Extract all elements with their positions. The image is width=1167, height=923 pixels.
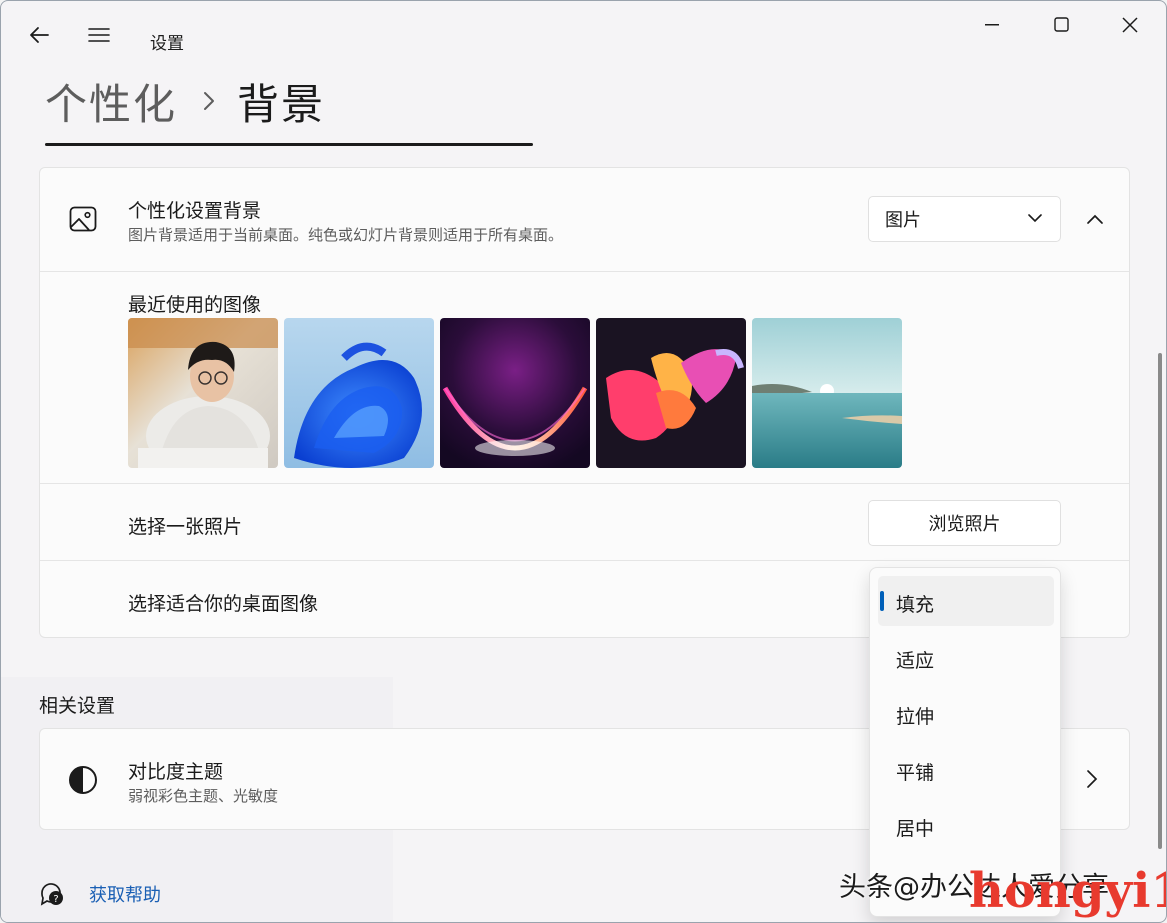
recent-image-abstract-ribbons[interactable]	[596, 318, 746, 468]
background-type-select[interactable]: 图片	[868, 196, 1061, 242]
back-button[interactable]	[19, 15, 59, 55]
background-description: 图片背景适用于当前桌面。纯色或幻灯片背景则适用于所有桌面。	[128, 226, 564, 244]
fit-option-fit[interactable]: 适应	[878, 632, 1054, 682]
chevron-right-icon	[1087, 770, 1098, 788]
fit-label: 选择适合你的桌面图像	[128, 593, 319, 615]
maximize-icon	[1054, 17, 1069, 32]
recent-images-list	[128, 318, 908, 468]
help-chat-icon: ?	[40, 883, 63, 906]
recent-image-blue-bloom[interactable]	[284, 318, 434, 468]
back-arrow-icon	[30, 27, 49, 43]
selection-indicator	[880, 591, 884, 611]
contrast-icon	[69, 766, 97, 794]
breadcrumb: 个性化 背景	[45, 73, 325, 129]
browse-photos-button[interactable]: 浏览照片	[868, 500, 1061, 546]
fit-option-stretch[interactable]: 拉伸	[878, 688, 1054, 738]
recent-image-lake[interactable]	[752, 318, 902, 468]
close-button[interactable]	[1107, 7, 1153, 43]
recent-image-purple-glow[interactable]	[440, 318, 590, 468]
get-help-link[interactable]: ? 获取帮助	[39, 881, 161, 907]
fit-option-label: 拉伸	[896, 706, 935, 728]
recent-image-portrait[interactable]	[128, 318, 278, 468]
recent-images-section: 最近使用的图像	[40, 272, 1129, 484]
fit-option-label: 平铺	[896, 762, 935, 784]
settings-window: 设置 个性化 背景 个性化设置背景 图片背景适用于当前桌面。纯色或幻灯片背景则适…	[0, 0, 1167, 923]
maximize-button[interactable]	[1039, 7, 1085, 43]
contrast-themes-title: 对比度主题	[128, 761, 224, 783]
minimize-icon	[985, 24, 999, 26]
fit-option-center[interactable]: 居中	[878, 800, 1054, 850]
chevron-right-icon	[203, 91, 215, 111]
fit-option-label: 居中	[896, 818, 935, 840]
chevron-up-icon	[1087, 214, 1103, 224]
fit-option-label: 填充	[896, 594, 935, 616]
image-icon	[69, 206, 97, 232]
svg-text:?: ?	[53, 894, 58, 905]
hamburger-icon	[88, 28, 110, 42]
scrollbar[interactable]	[1158, 353, 1162, 849]
related-settings-title: 相关设置	[39, 695, 116, 717]
close-icon	[1122, 17, 1138, 33]
choose-photo-row: 选择一张照片 浏览照片	[40, 484, 1129, 561]
page-title: 背景	[237, 79, 326, 129]
choose-photo-label: 选择一张照片	[128, 516, 243, 538]
background-type-value: 图片	[885, 210, 921, 231]
chevron-down-icon	[1028, 214, 1042, 223]
fit-option-tile[interactable]: 平铺	[878, 744, 1054, 794]
breadcrumb-parent[interactable]: 个性化	[45, 71, 177, 132]
fit-option-fill[interactable]: 填充	[878, 576, 1054, 626]
title-bar: 设置	[1, 1, 1166, 57]
menu-button[interactable]	[79, 15, 119, 55]
collapse-button[interactable]	[1078, 202, 1112, 236]
app-title: 设置	[150, 34, 184, 54]
header-divider	[45, 143, 533, 146]
background-card-header[interactable]: 个性化设置背景 图片背景适用于当前桌面。纯色或幻灯片背景则适用于所有桌面。 图片	[40, 168, 1129, 272]
fit-option-label: 适应	[896, 650, 935, 672]
minimize-button[interactable]	[969, 7, 1015, 43]
watermark-handle: hongyi15	[969, 863, 1166, 919]
recent-images-label: 最近使用的图像	[128, 294, 262, 316]
background-title: 个性化设置背景	[128, 200, 262, 222]
get-help-label: 获取帮助	[89, 885, 161, 906]
contrast-themes-description: 弱视彩色主题、光敏度	[128, 787, 279, 805]
